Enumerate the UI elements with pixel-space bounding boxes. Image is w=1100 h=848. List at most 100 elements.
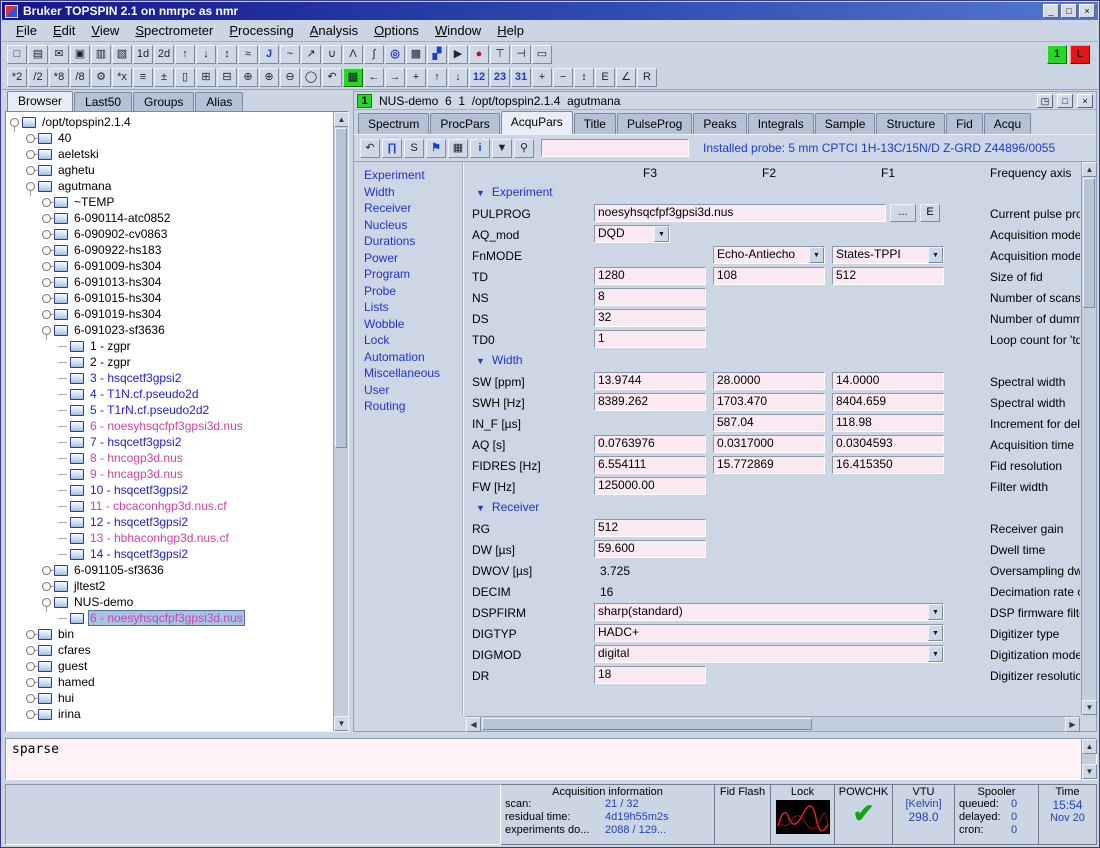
param-input-in-f-s[interactable]: 118.98: [832, 414, 944, 432]
param-input-aq-s[interactable]: 0.0317000: [713, 435, 825, 453]
scrollbar-down-button[interactable]: ▼: [334, 716, 349, 731]
param-input-td[interactable]: 1280: [594, 267, 706, 285]
tree-item[interactable]: 3 - hsqcetf3gpsi2: [6, 370, 333, 386]
menu-file[interactable]: File: [8, 21, 45, 40]
tab-groups[interactable]: Groups: [133, 92, 194, 111]
tab-integrals[interactable]: Integrals: [748, 113, 814, 134]
tree-item[interactable]: 6-090114-atc0852: [6, 210, 333, 226]
decrease-button[interactable]: −: [553, 68, 573, 87]
param-input-swh-hz[interactable]: 8389.262: [594, 393, 706, 411]
tree-toggle-collapsed[interactable]: [42, 278, 51, 287]
tab-alias[interactable]: Alias: [195, 92, 243, 111]
tree-toggle-collapsed[interactable]: [42, 310, 51, 319]
tree-item[interactable]: agutmana: [6, 178, 333, 194]
tree-toggle-collapsed[interactable]: [26, 134, 35, 143]
tree-toggle-collapsed[interactable]: [26, 662, 35, 671]
nav-miscellaneous[interactable]: Miscellaneous: [364, 366, 460, 383]
tree-toggle-collapsed[interactable]: [42, 566, 51, 575]
cascade-windows-icon[interactable]: ⊟: [217, 68, 237, 87]
nav-experiment[interactable]: Experiment: [364, 168, 460, 185]
tree-item[interactable]: 40: [6, 130, 333, 146]
param-input-ns[interactable]: 8: [594, 288, 706, 306]
vtu-box[interactable]: VTU [Kelvin] 298.0: [893, 784, 955, 845]
nav-lists[interactable]: Lists: [364, 300, 460, 317]
print-icon[interactable]: ▣: [70, 45, 90, 64]
previous-experiment-icon[interactable]: ↑: [175, 45, 195, 64]
tab-fid[interactable]: Fid: [946, 113, 983, 134]
shift-down-icon[interactable]: ↓: [448, 68, 468, 87]
tree-item[interactable]: 2 - zgpr: [6, 354, 333, 370]
multiply-const-button[interactable]: *x: [112, 68, 132, 87]
tree-item[interactable]: 8 - hncogp3d.nus: [6, 450, 333, 466]
dropdown-arrow-icon[interactable]: ▼: [928, 247, 943, 263]
scrollbar-down-button[interactable]: ▼: [1082, 700, 1097, 715]
tree-item[interactable]: ~TEMP: [6, 194, 333, 210]
dropdown-arrow-icon[interactable]: ▼: [928, 604, 943, 620]
tab-acqu[interactable]: Acqu: [984, 113, 1031, 134]
param-combo-aq-mod[interactable]: DQD▼: [594, 225, 670, 243]
param-input-sw-ppm[interactable]: 28.0000: [713, 372, 825, 390]
smoothing-icon[interactable]: ⚙: [91, 68, 111, 87]
tree-scrollbar[interactable]: ▲ ▼: [333, 112, 348, 731]
tree-item[interactable]: hui: [6, 690, 333, 706]
menu-options[interactable]: Options: [366, 21, 427, 40]
expand-full-icon[interactable]: ▥: [343, 68, 363, 87]
increase-button[interactable]: +: [532, 68, 552, 87]
dialog-icon[interactable]: ▭: [532, 45, 552, 64]
tab-spectrum[interactable]: Spectrum: [358, 113, 429, 134]
zoom-in-icon[interactable]: ⊕: [238, 68, 258, 87]
parameter-scrollbar-vertical[interactable]: ▲ ▼: [1081, 162, 1096, 715]
spooler-box[interactable]: Spooler queued:0delayed:0cron:0: [955, 784, 1039, 845]
copy-icon[interactable]: ▥: [91, 45, 111, 64]
float-window-button[interactable]: ◳: [1037, 94, 1053, 108]
lock-box[interactable]: Lock: [771, 784, 835, 845]
angle-button[interactable]: ∠: [616, 68, 636, 87]
undo-icon[interactable]: ↶: [360, 139, 380, 158]
param-input-dr[interactable]: 18: [594, 666, 706, 684]
ased-table-icon[interactable]: ▦: [448, 139, 468, 158]
minimize-button[interactable]: _: [1043, 4, 1059, 18]
menu-help[interactable]: Help: [489, 21, 532, 40]
1d-mode-button[interactable]: 1d: [133, 45, 153, 64]
edit-button[interactable]: E: [920, 204, 940, 222]
tree-item[interactable]: 6-091105-sf3636: [6, 562, 333, 578]
dropdown-arrow-icon[interactable]: ▼: [809, 247, 824, 263]
nav-user[interactable]: User: [364, 383, 460, 400]
tree-item[interactable]: 1 - zgpr: [6, 338, 333, 354]
tree-item[interactable]: hamed: [6, 674, 333, 690]
close-button[interactable]: ×: [1079, 4, 1095, 18]
scrollbar-thumb[interactable]: [482, 718, 812, 730]
browse-button[interactable]: ...: [890, 204, 916, 222]
search-params-icon[interactable]: ⚲: [514, 139, 534, 158]
section-header-width[interactable]: ▼Width: [476, 353, 523, 367]
tab-browser[interactable]: Browser: [7, 91, 73, 111]
param-combo-digmod[interactable]: digital▼: [594, 645, 944, 663]
param-input-sw-ppm[interactable]: 13.9744: [594, 372, 706, 390]
close-window-button[interactable]: ×: [1077, 94, 1093, 108]
ruler-w-icon[interactable]: ⊤: [490, 45, 510, 64]
tree-item[interactable]: 5 - T1rN.cf.pseudo2d2: [6, 402, 333, 418]
go-icon[interactable]: ▶: [448, 45, 468, 64]
probe-icon[interactable]: ⚑: [426, 139, 446, 158]
time-box[interactable]: Time 15:54 Nov 20: [1039, 784, 1097, 845]
paste-icon[interactable]: ▧: [112, 45, 132, 64]
param-input-fidres-hz[interactable]: 15.772869: [713, 456, 825, 474]
dropdown-arrow-icon[interactable]: ▼: [928, 625, 943, 641]
parameter-search-input[interactable]: [541, 139, 689, 157]
tab-last50[interactable]: Last50: [74, 92, 132, 111]
pulseprogram-icon[interactable]: ∏: [382, 139, 402, 158]
tree-item[interactable]: aghetu: [6, 162, 333, 178]
2d-mode-button[interactable]: 2d: [154, 45, 174, 64]
tree-toggle-expanded[interactable]: [42, 326, 51, 335]
integration-icon[interactable]: ∫: [364, 45, 384, 64]
tree-item[interactable]: irina: [6, 706, 333, 722]
email-icon[interactable]: ✉: [49, 45, 69, 64]
scrollbar-right-button[interactable]: ▶: [1065, 717, 1080, 732]
scrollbar-down-button[interactable]: ▼: [1082, 764, 1097, 779]
console-scrollbar[interactable]: ▲ ▼: [1081, 739, 1096, 779]
tree-item[interactable]: 14 - hsqcetf3gpsi2: [6, 546, 333, 562]
tree-toggle-collapsed[interactable]: [42, 230, 51, 239]
save-region-icon[interactable]: ▯: [175, 68, 195, 87]
view-23-button[interactable]: 23: [490, 68, 510, 87]
expand-button[interactable]: E: [595, 68, 615, 87]
